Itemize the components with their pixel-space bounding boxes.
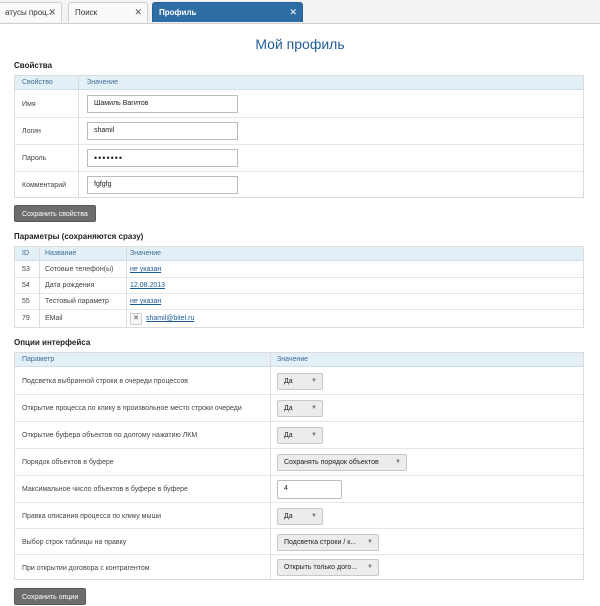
options-table: Параметр Значение Подсветка выбранной ст…: [14, 352, 584, 580]
chevron-down-icon: ▼: [311, 432, 317, 438]
property-label: Логин: [22, 128, 41, 135]
column-header-value: Значение: [130, 250, 162, 257]
options-heading: Опции интерфейса: [14, 338, 91, 347]
tab-label: Профиль: [159, 8, 197, 17]
option-label: Выбор строк таблицы на правку: [22, 539, 127, 546]
column-header-value: Значение: [87, 79, 119, 86]
property-label: Комментарий: [22, 182, 67, 189]
param-name: Сотовые телефон(ы): [45, 266, 114, 273]
select-value: Да: [284, 405, 293, 412]
table-row: Имя Шамиль Вагитов: [15, 91, 583, 118]
chevron-down-icon: ▼: [367, 564, 373, 570]
save-properties-button[interactable]: Сохранить свойства: [14, 205, 96, 222]
properties-heading: Свойства: [14, 61, 53, 70]
table-row: Подсветка выбранной строки в очереди про…: [15, 368, 583, 395]
properties-table: Свойство Значение Имя Шамиль Вагитов Лог…: [14, 75, 584, 198]
option-select[interactable]: Открыть только дого... ▼: [277, 559, 379, 576]
table-header: Свойство Значение: [15, 76, 583, 90]
save-options-button[interactable]: Сохранить опции: [14, 588, 87, 605]
chevron-down-icon: ▼: [395, 459, 401, 465]
option-select[interactable]: Подсветка строки / к... ▼: [277, 534, 379, 551]
column-header-name: Название: [45, 250, 77, 257]
close-icon[interactable]: ✕: [48, 3, 56, 22]
column-header-param: Параметр: [22, 356, 55, 363]
option-label: Правка описания процесса по клику мыши: [22, 513, 162, 520]
select-value: Сохранять порядок объектов: [284, 459, 379, 466]
option-label: Подсветка выбранной строки в очереди про…: [22, 378, 188, 385]
param-value-link[interactable]: shamil@bitel.ru: [146, 315, 194, 322]
tab-label: Поиск: [75, 8, 98, 17]
param-value-link[interactable]: не указан: [130, 298, 161, 305]
chevron-down-icon: ▼: [367, 539, 373, 545]
close-icon[interactable]: ✕: [134, 3, 142, 22]
param-name: Тестовый параметр: [45, 298, 109, 305]
option-label: Открытие буфера объектов по долгому нажа…: [22, 432, 198, 439]
option-select[interactable]: Сохранять порядок объектов ▼: [277, 454, 407, 471]
select-value: Да: [284, 513, 293, 520]
table-row: Правка описания процесса по клику мыши Д…: [15, 503, 583, 529]
select-value: Подсветка строки / к...: [284, 539, 357, 546]
option-label: При открытии договора с контрагентом: [22, 565, 150, 572]
chevron-down-icon: ▼: [311, 513, 317, 519]
table-row: Пароль •••••••: [15, 145, 583, 172]
select-value: Открыть только дого...: [284, 564, 358, 571]
table-row: Открытие процесса по клику в произвольно…: [15, 395, 583, 422]
table-row: 54 Дата рождения 12.08.2013: [15, 278, 583, 294]
param-value-link[interactable]: 12.08.2013: [130, 282, 165, 289]
tab-search[interactable]: Поиск ✕: [68, 2, 148, 22]
option-select[interactable]: Да ▼: [277, 508, 323, 525]
table-row: Порядок объектов в буфере Сохранять поря…: [15, 449, 583, 476]
comment-field[interactable]: fgfgfg: [87, 176, 238, 194]
max-objects-input[interactable]: 4: [277, 480, 342, 499]
table-row: 55 Тестовый параметр не указан: [15, 294, 583, 310]
tab-bar: атусы проц... ✕ Поиск ✕ Профиль ✕: [0, 0, 600, 24]
table-row: Логин shamil: [15, 118, 583, 145]
column-header-id: ID: [22, 250, 29, 257]
param-id: 53: [22, 266, 30, 273]
param-id: 54: [22, 282, 30, 289]
page-title: Мой профиль: [255, 36, 345, 52]
option-label: Открытие процесса по клику в произвольно…: [22, 405, 242, 412]
close-icon[interactable]: ✕: [289, 3, 297, 22]
params-table: ID Название Значение 53 Сотовые телефон(…: [14, 246, 584, 328]
tab-profile[interactable]: Профиль ✕: [152, 2, 303, 22]
option-label: Порядок объектов в буфере: [22, 459, 114, 466]
property-label: Имя: [22, 101, 36, 108]
param-name: Дата рождения: [45, 282, 95, 289]
tab-label: атусы проц...: [5, 8, 54, 17]
property-label: Пароль: [22, 155, 47, 162]
table-row: Выбор строк таблицы на правку Подсветка …: [15, 529, 583, 555]
param-value-link[interactable]: не указан: [130, 266, 161, 273]
option-select[interactable]: Да ▼: [277, 427, 323, 444]
table-row: 53 Сотовые телефон(ы) не указан: [15, 262, 583, 278]
table-row: Открытие буфера объектов по долгому нажа…: [15, 422, 583, 449]
column-header-property: Свойство: [22, 79, 53, 86]
chevron-down-icon: ▼: [311, 378, 317, 384]
option-select[interactable]: Да ▼: [277, 373, 323, 390]
table-row: 79 EMail ✕ shamil@bitel.ru: [15, 310, 583, 328]
option-label: Максимальное число объектов в буфере в б…: [22, 486, 188, 493]
column-header-value: Значение: [277, 356, 309, 363]
param-id: 79: [22, 315, 30, 322]
select-value: Да: [284, 378, 293, 385]
option-select[interactable]: Да ▼: [277, 400, 323, 417]
name-field[interactable]: Шамиль Вагитов: [87, 95, 238, 113]
table-header: ID Название Значение: [15, 247, 583, 261]
table-row: При открытии договора с контрагентом Отк…: [15, 555, 583, 580]
clear-icon[interactable]: ✕: [130, 313, 142, 325]
param-id: 55: [22, 298, 30, 305]
chevron-down-icon: ▼: [311, 405, 317, 411]
login-field[interactable]: shamil: [87, 122, 238, 140]
table-header: Параметр Значение: [15, 353, 583, 367]
password-field[interactable]: •••••••: [87, 149, 238, 167]
params-heading: Параметры (сохраняются сразу): [14, 232, 144, 241]
select-value: Да: [284, 432, 293, 439]
param-name: EMail: [45, 315, 63, 322]
tab-process-statuses[interactable]: атусы проц... ✕: [0, 2, 62, 22]
table-row: Комментарий fgfgfg: [15, 172, 583, 199]
table-row: Максимальное число объектов в буфере в б…: [15, 476, 583, 503]
